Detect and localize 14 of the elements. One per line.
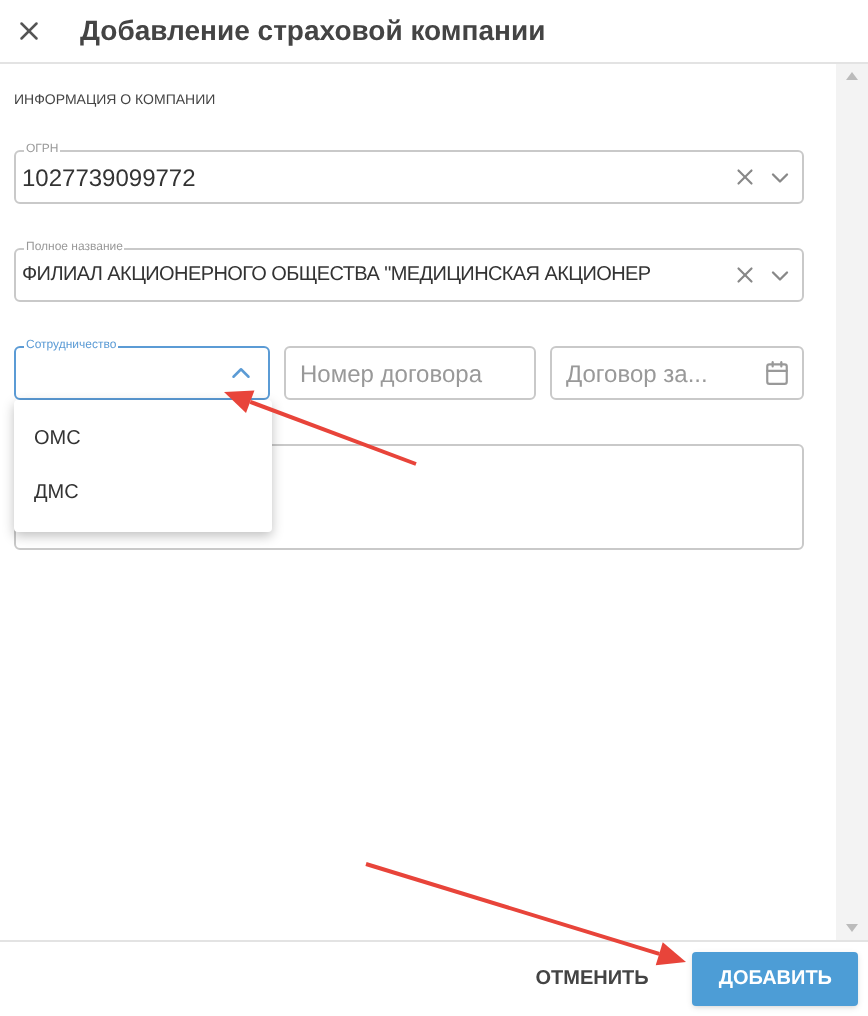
dropdown-option[interactable]: ДМС [14, 466, 272, 520]
clear-icon[interactable] [732, 164, 758, 190]
cancel-button[interactable]: ОТМЕНИТЬ [531, 952, 653, 1006]
scroll-down-icon[interactable] [846, 924, 858, 932]
field-value: 1027739099772 [22, 161, 198, 195]
contract-date-field[interactable]: Договор за... [550, 346, 804, 400]
calendar-icon[interactable] [764, 360, 790, 386]
scroll-up-icon[interactable] [846, 72, 858, 80]
dropdown-option[interactable]: ОМС [14, 412, 272, 466]
scrollbar[interactable] [836, 64, 868, 940]
contract-number-field[interactable]: Номер договора [284, 346, 536, 400]
field-value: ФИЛИАЛ АКЦИОНЕРНОГО ОБЩЕСТВА "МЕДИЦИНСКАЯ АКЦИОНЕР [22, 262, 653, 290]
clear-icon[interactable] [732, 262, 758, 288]
dialog-title: Добавление страховой компании [80, 12, 546, 50]
